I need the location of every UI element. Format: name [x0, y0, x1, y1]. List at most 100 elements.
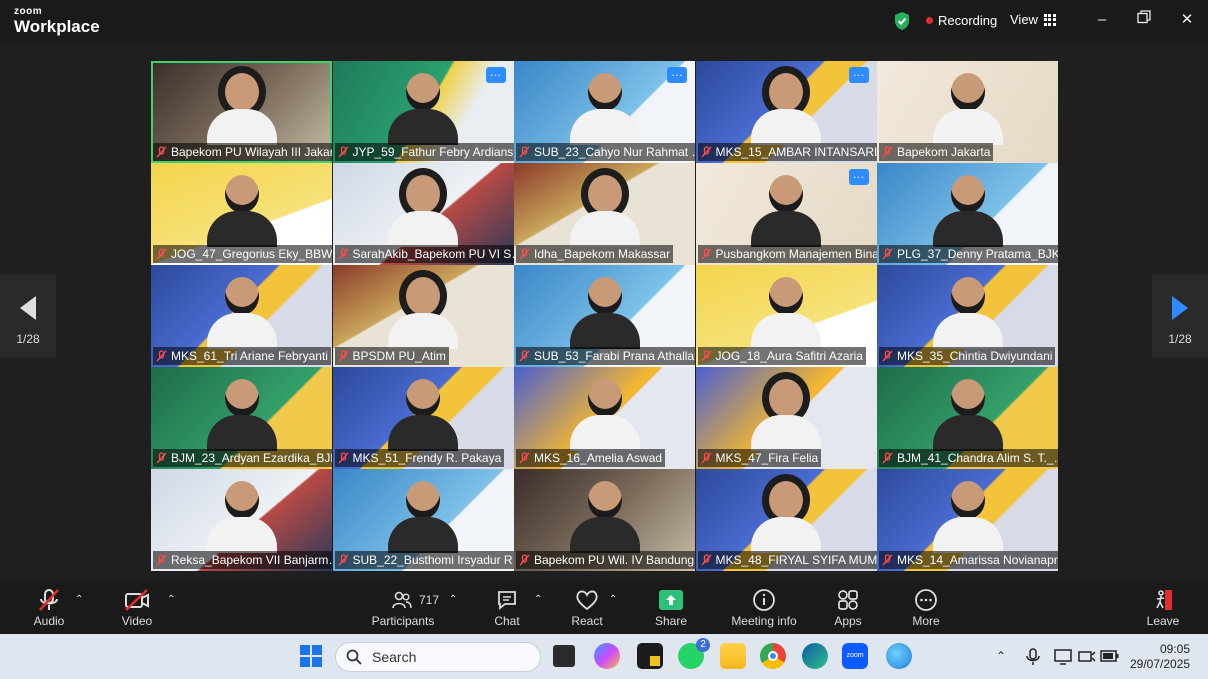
more-button[interactable]: More: [908, 586, 944, 628]
participant-tile[interactable]: BJM_41_Chandra Alim S. T._BBWS: [877, 367, 1058, 469]
edge-icon[interactable]: [802, 643, 828, 669]
participant-tile[interactable]: MKS_15_AMBAR INTANSARI …: [695, 61, 877, 163]
recording-dot-icon: [926, 17, 933, 24]
task-view-icon[interactable]: [551, 643, 577, 669]
leave-button[interactable]: Leave: [1146, 586, 1180, 628]
participant-name: Reksa_Bapekom VII Banjarmasin: [171, 553, 332, 567]
tile-more-options-icon[interactable]: …: [848, 66, 869, 83]
participant-name-label: BPSDM PU_Atim: [334, 347, 449, 365]
participant-video: [569, 73, 640, 145]
restore-button[interactable]: [1134, 10, 1154, 30]
apps-icon: [838, 590, 858, 610]
mic-muted-icon: [700, 248, 712, 260]
network-tray-icon[interactable]: [1078, 649, 1096, 665]
battery-tray-icon[interactable]: [1100, 650, 1120, 662]
participant-name-label: SUB_22_Busthomi Irsyadur Rahman: [334, 551, 514, 569]
participant-video: [388, 379, 458, 451]
participant-tile[interactable]: MKS_14_Amarissa Novianapratiwi: [877, 469, 1058, 571]
audio-options-chevron-icon[interactable]: ⌃: [75, 594, 83, 605]
sticky-app-icon[interactable]: [637, 643, 663, 669]
grid-view-icon: [1043, 13, 1056, 26]
video-options-chevron-icon[interactable]: ⌃: [167, 594, 175, 605]
participant-tile[interactable]: JOG_47_Gregorius Eky_BBWS: [151, 163, 332, 265]
mic-muted-icon: [156, 554, 167, 566]
participants-options-chevron-icon[interactable]: ⌃: [449, 594, 457, 605]
participant-name: PLG_37_Denny Pratama_BJK: [897, 247, 1058, 261]
recording-indicator[interactable]: Recording: [926, 13, 997, 28]
share-screen-icon: [659, 590, 683, 610]
participant-video: [932, 481, 1003, 553]
whatsapp-icon[interactable]: 2: [678, 638, 710, 669]
participant-name: MKS_61_Tri Ariane Febryanti: [171, 349, 328, 363]
taskbar-clock[interactable]: 09:05 29/07/2025: [1130, 642, 1190, 672]
participant-tile[interactable]: JYP_59_Fathur Febry Ardiansyah…: [332, 61, 514, 163]
participant-video: [932, 277, 1003, 349]
chevron-up-icon[interactable]: ⌃: [996, 649, 1006, 663]
weather-globe-icon[interactable]: [886, 643, 912, 669]
meeting-info-button[interactable]: Meeting info: [727, 586, 801, 628]
participant-tile[interactable]: MKS_51_Frendy R. Pakaya: [332, 367, 514, 469]
audio-button[interactable]: Audio: [30, 586, 68, 628]
share-button[interactable]: Share: [653, 586, 689, 628]
taskbar-search[interactable]: Search: [335, 642, 541, 672]
react-button[interactable]: React: [568, 586, 606, 628]
participant-tile[interactable]: BJM_23_Ardyan Ezardika_BJK: [151, 367, 332, 469]
participant-tile[interactable]: Idha_Bapekom Makassar: [514, 163, 695, 265]
next-page-button[interactable]: 1/28: [1152, 274, 1208, 358]
participant-tile[interactable]: MKS_47_Fira Felia: [695, 367, 877, 469]
zoom-taskbar-icon[interactable]: zoom: [842, 643, 868, 669]
tile-more-options-icon[interactable]: …: [667, 66, 687, 83]
participant-name-label: PLG_37_Denny Pratama_BJK: [879, 245, 1058, 263]
mic-muted-icon: [156, 452, 167, 464]
copilot-icon[interactable]: [594, 643, 620, 669]
participant-video: [932, 379, 1003, 451]
participant-video: [569, 481, 640, 553]
participant-video: [206, 379, 277, 451]
microphone-tray-icon[interactable]: [1026, 648, 1040, 666]
participant-tile[interactable]: Bapekom PU Wilayah III Jakarta: [151, 61, 332, 163]
participant-tile[interactable]: JOG_18_Aura Safitri Azaria: [695, 265, 877, 367]
chat-button[interactable]: Chat: [490, 586, 524, 628]
page-indicator-right: 1/28: [1168, 332, 1192, 346]
participant-tile[interactable]: SUB_53_Farabi Prana Athallah: [514, 265, 695, 367]
participant-name-label: SUB_53_Farabi Prana Athallah: [516, 347, 695, 365]
participant-name-label: MKS_51_Frendy R. Pakaya: [334, 449, 505, 467]
react-options-chevron-icon[interactable]: ⌃: [609, 594, 617, 605]
participant-name-label: MKS_15_AMBAR INTANSARI: [697, 143, 877, 161]
participant-tile[interactable]: MKS_16_Amelia Aswad: [514, 367, 695, 469]
display-tray-icon[interactable]: [1054, 649, 1072, 665]
participant-tile[interactable]: Bapekom PU Wil. IV Bandung: [514, 469, 695, 571]
chrome-icon[interactable]: [760, 643, 786, 669]
video-button[interactable]: Video: [118, 586, 156, 628]
view-button[interactable]: View: [1010, 12, 1056, 27]
participant-tile[interactable]: Pusbangkom Manajemen Bina Konstruksi…: [695, 163, 877, 265]
participant-tile[interactable]: MKS_48_FIRYAL SYIFA MUMTAZAH: [695, 469, 877, 571]
participant-tile[interactable]: Reksa_Bapekom VII Banjarmasin: [151, 469, 332, 571]
participant-tile[interactable]: MKS_61_Tri Ariane Febryanti: [151, 265, 332, 367]
chat-options-chevron-icon[interactable]: ⌃: [534, 594, 542, 605]
participant-tile[interactable]: PLG_37_Denny Pratama_BJK: [877, 163, 1058, 265]
title-bar: zoom Workplace Recording View – ✕: [0, 0, 1208, 42]
minimize-button[interactable]: –: [1092, 10, 1112, 30]
encryption-shield-icon[interactable]: [893, 11, 911, 31]
tile-more-options-icon[interactable]: …: [848, 168, 869, 185]
file-explorer-icon[interactable]: [720, 643, 746, 669]
previous-page-button[interactable]: 1/28: [0, 274, 56, 358]
participant-name-label: SarahAkib_Bapekom PU VI Surabaya: [334, 245, 514, 263]
close-button[interactable]: ✕: [1177, 10, 1197, 30]
participant-name: SarahAkib_Bapekom PU VI Surabaya: [352, 247, 514, 261]
apps-button[interactable]: Apps: [830, 586, 866, 628]
participant-video: [388, 277, 458, 349]
participant-video: [388, 73, 458, 145]
mic-muted-icon: [882, 146, 893, 158]
apps-label: Apps: [834, 614, 862, 628]
tile-more-options-icon[interactable]: …: [485, 66, 506, 83]
participant-tile[interactable]: SarahAkib_Bapekom PU VI Surabaya: [332, 163, 514, 265]
participant-name: SUB_53_Farabi Prana Athallah: [534, 349, 695, 363]
participant-tile[interactable]: Bapekom Jakarta: [877, 61, 1058, 163]
windows-start-icon[interactable]: [300, 645, 322, 667]
participant-tile[interactable]: MKS_35_Chintia Dwiyundani: [877, 265, 1058, 367]
participant-tile[interactable]: BPSDM PU_Atim: [332, 265, 514, 367]
participant-tile[interactable]: SUB_23_Cahyo Nur Rahmat Hidayat…: [514, 61, 695, 163]
participant-tile[interactable]: SUB_22_Busthomi Irsyadur Rahman: [332, 469, 514, 571]
